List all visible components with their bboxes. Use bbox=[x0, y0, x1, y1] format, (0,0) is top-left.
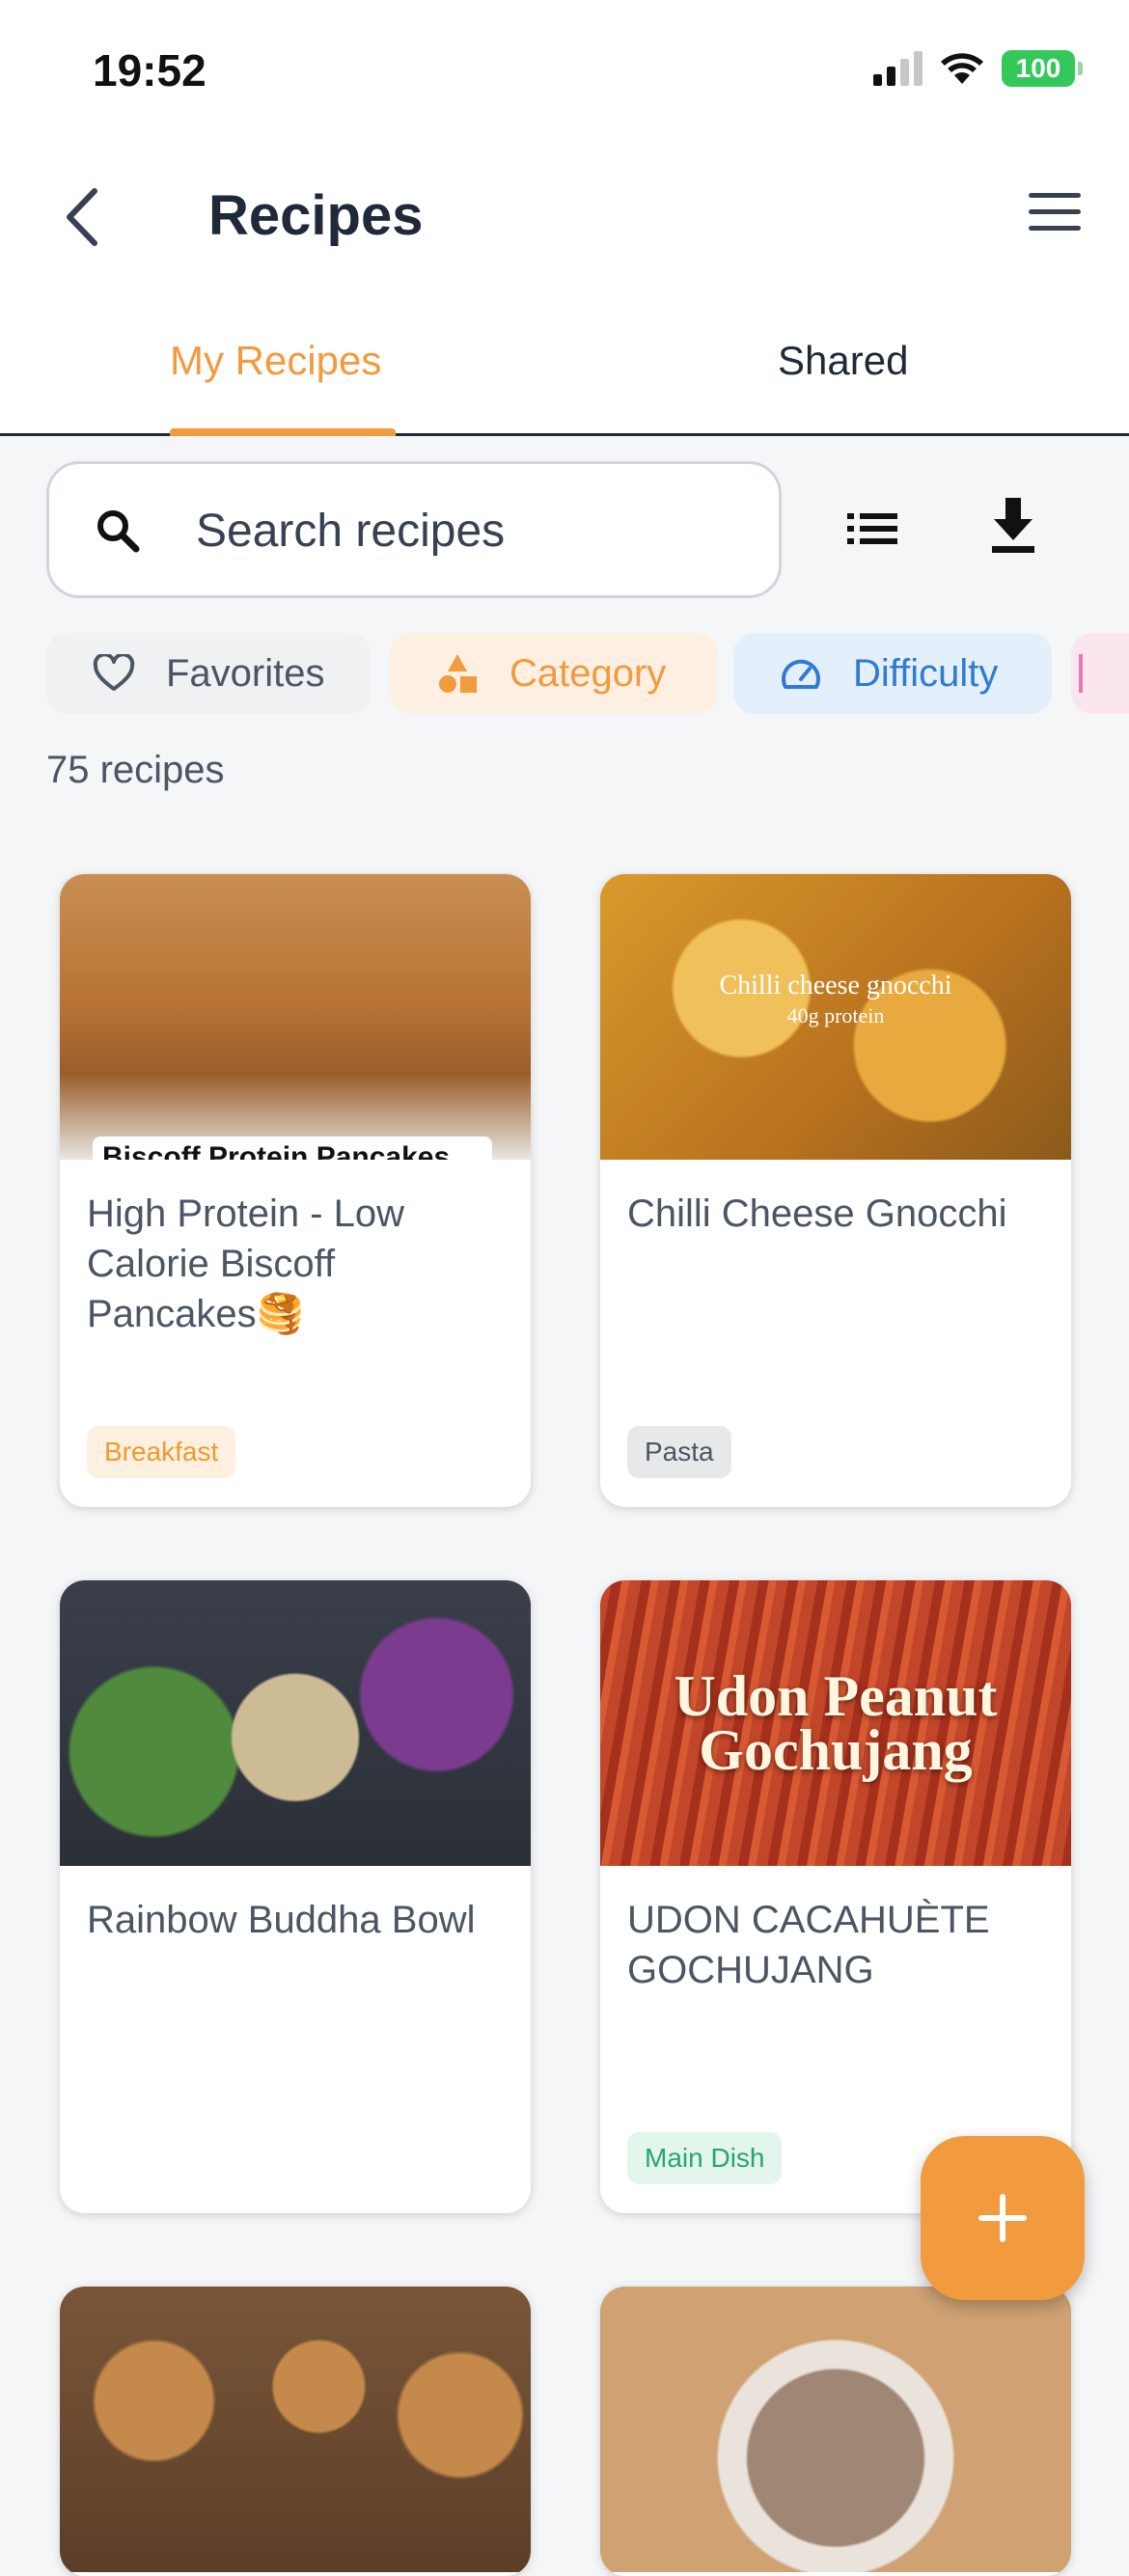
recipe-card[interactable]: Biscoff Protein Pancakes High Protein - … bbox=[60, 874, 531, 1507]
filter-difficulty[interactable]: Difficulty bbox=[733, 633, 1052, 714]
category-tag: Main Dish bbox=[627, 2132, 783, 2184]
add-recipe-button[interactable] bbox=[921, 2136, 1085, 2300]
search-bar[interactable] bbox=[46, 461, 782, 598]
recipe-image: Chilli cheese gnocchi 40g protein bbox=[600, 874, 1071, 1160]
download-button[interactable] bbox=[984, 492, 1042, 560]
category-tag: Breakfast bbox=[87, 1426, 236, 1478]
search-icon bbox=[97, 510, 140, 553]
image-subtitle: 40g protein bbox=[786, 1003, 885, 1028]
recipe-card[interactable] bbox=[60, 2287, 531, 2576]
recipe-image bbox=[60, 1580, 531, 1866]
recipe-image bbox=[60, 2287, 531, 2572]
image-label: Biscoff Protein Pancakes bbox=[93, 1137, 492, 1160]
filter-favorites[interactable]: Favorites bbox=[46, 633, 371, 714]
tab-my-recipes[interactable]: My Recipes bbox=[170, 338, 381, 384]
recipe-title: High Protein - Low Calorie Biscoff Panca… bbox=[87, 1192, 405, 1335]
shapes-icon bbox=[434, 650, 481, 697]
list-view-button[interactable] bbox=[843, 500, 901, 558]
recipe-image bbox=[600, 2287, 1071, 2572]
cellular-signal-icon bbox=[873, 51, 922, 86]
recipe-title: UDON CACAHUÈTE GOCHUJANG bbox=[627, 1899, 990, 1991]
recipe-image: Biscoff Protein Pancakes bbox=[60, 874, 531, 1160]
back-button[interactable] bbox=[54, 183, 112, 251]
tab-bar: My Recipes Shared bbox=[0, 289, 1129, 436]
recipe-card[interactable]: Rainbow Buddha Bowl bbox=[60, 1580, 531, 2213]
status-time: 19:52 bbox=[93, 45, 207, 96]
heart-icon bbox=[91, 650, 137, 697]
tab-shared[interactable]: Shared bbox=[778, 338, 908, 384]
filter-label: Category bbox=[509, 651, 667, 695]
app-header: Recipes bbox=[0, 145, 1129, 289]
recipe-card[interactable]: Udon Peanut Gochujang UDON CACAHUÈTE GOC… bbox=[600, 1580, 1071, 2213]
category-tag: Pasta bbox=[627, 1426, 731, 1478]
recipe-image: Udon Peanut Gochujang bbox=[600, 1580, 1071, 1866]
recipe-card[interactable]: Chilli cheese gnocchi 40g protein Chilli… bbox=[600, 874, 1071, 1507]
hamburger-icon bbox=[1029, 193, 1081, 198]
page-title: Recipes bbox=[208, 184, 424, 247]
menu-button[interactable] bbox=[1029, 193, 1087, 241]
plus-icon bbox=[978, 2194, 1027, 2242]
chevron-left-icon bbox=[67, 188, 97, 246]
image-title: Chilli cheese gnocchi bbox=[719, 971, 952, 1000]
filter-label: Favorites bbox=[166, 651, 325, 695]
wifi-icon bbox=[941, 53, 983, 84]
filter-label: Difficulty bbox=[853, 651, 999, 695]
status-bar: 19:52 100 bbox=[0, 0, 1129, 145]
status-icons: 100 bbox=[873, 50, 1083, 87]
search-input[interactable] bbox=[196, 499, 756, 562]
image-title: Udon Peanut Gochujang bbox=[674, 1664, 998, 1782]
gauge-icon bbox=[778, 650, 824, 697]
recipe-title: Chilli Cheese Gnocchi bbox=[627, 1192, 1007, 1235]
battery-icon: 100 bbox=[1002, 50, 1083, 87]
list-icon bbox=[847, 513, 897, 544]
recipe-count: 75 recipes bbox=[46, 749, 225, 791]
filter-chips: Favorites Category Difficulty bbox=[46, 633, 1129, 716]
filter-more[interactable] bbox=[1071, 633, 1129, 714]
recipe-title: Rainbow Buddha Bowl bbox=[87, 1899, 476, 1941]
active-tab-indicator bbox=[170, 428, 396, 436]
recipe-card[interactable] bbox=[600, 2287, 1071, 2576]
download-icon bbox=[992, 498, 1034, 553]
filter-category[interactable]: Category bbox=[390, 633, 718, 714]
